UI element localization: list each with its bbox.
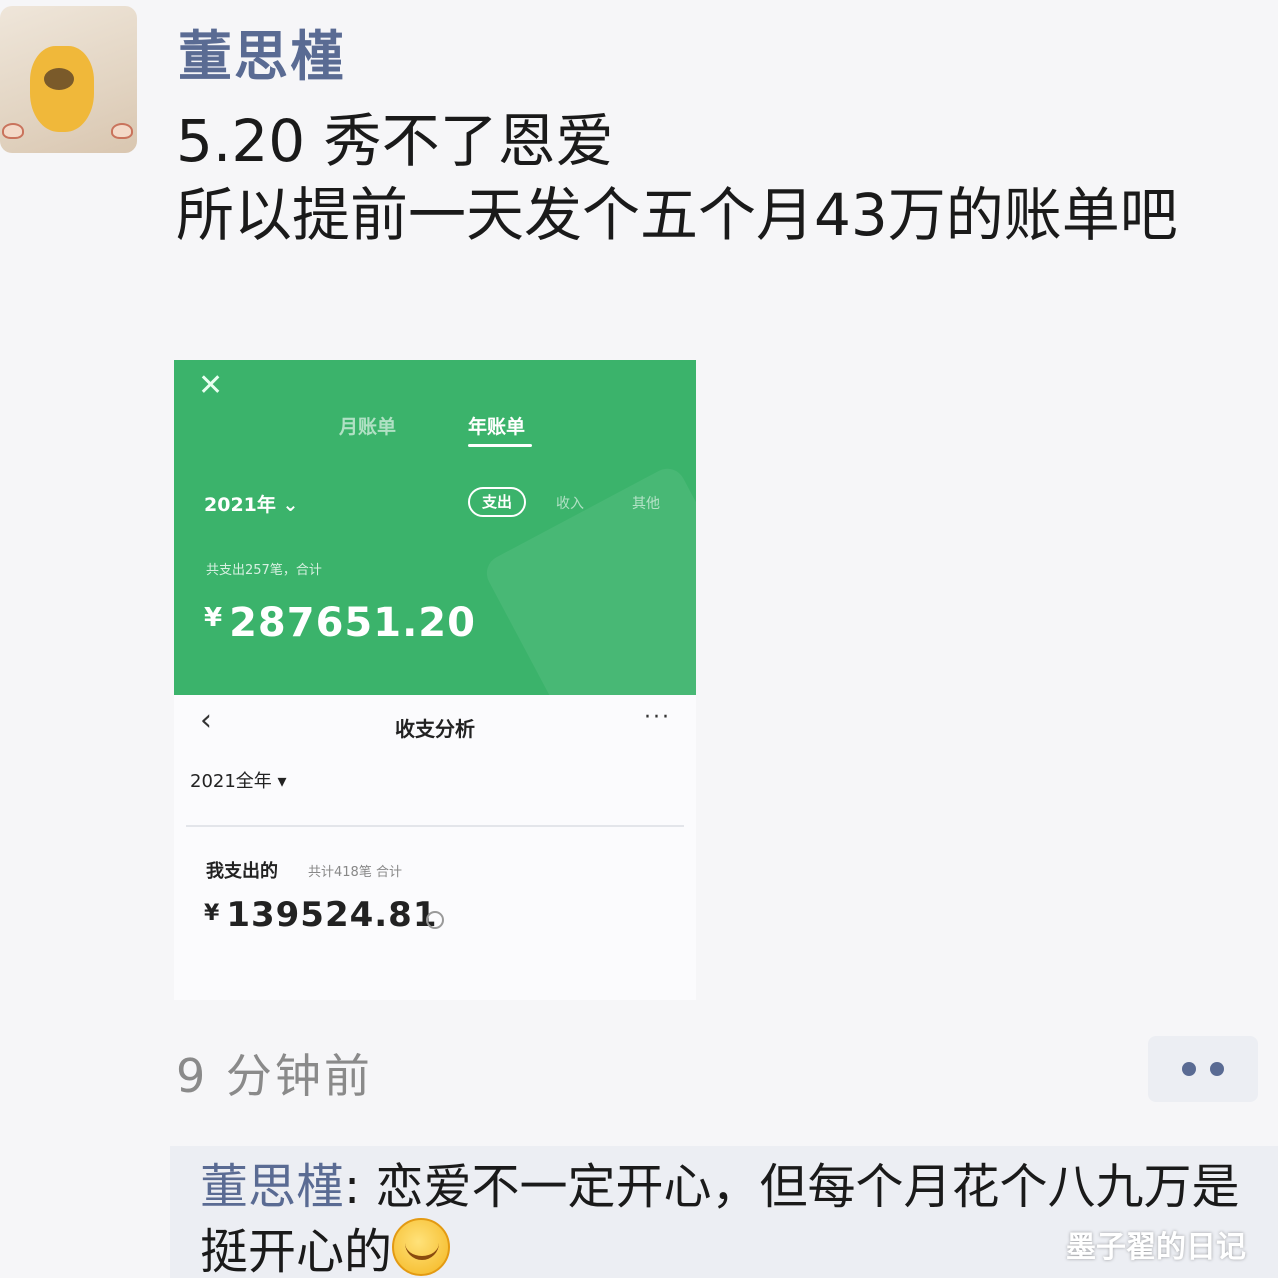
my-expense-card: 我支出的 共计418笔 合计 ¥139524.81 <box>186 825 684 995</box>
tab-underline <box>468 444 532 447</box>
post-text: 5.20 秀不了恩爱 所以提前一天发个五个月43万的账单吧 <box>176 104 1236 252</box>
dot-icon <box>1182 1062 1196 1076</box>
my-expense-label: 我支出的 <box>206 861 278 882</box>
post-line-1: 5.20 秀不了恩爱 <box>176 107 614 175</box>
more-icon: ··· <box>644 705 671 730</box>
year-selector: 2021年 ⌄ <box>204 494 299 516</box>
currency-symbol: ¥ <box>204 603 224 633</box>
analysis-title: 收支分析 <box>395 717 475 741</box>
expense-chip: 支出 <box>468 487 526 517</box>
avatar-pig-right <box>111 123 133 139</box>
dot-icon <box>1210 1062 1224 1076</box>
info-icon <box>426 911 444 929</box>
expense-count: 共计418笔 合计 <box>308 865 402 880</box>
avatar-beak <box>44 68 74 90</box>
post-image[interactable]: ✕ 月账单 年账单 2021年 ⌄ 支出 收入 其他 共支出257笔，合计 ¥2… <box>174 360 698 1000</box>
post-line-2: 所以提前一天发个五个月43万的账单吧 <box>176 181 1178 249</box>
expense-summary: 共支出257笔，合计 <box>206 563 322 578</box>
other-option: 其他 <box>632 496 660 512</box>
total-expense-amount: ¥287651.20 <box>204 600 476 646</box>
amount-value: 139524.81 <box>226 895 438 935</box>
annual-bill-card: ✕ 月账单 年账单 2021年 ⌄ 支出 收入 其他 共支出257笔，合计 ¥2… <box>174 360 696 695</box>
author-name[interactable]: 董思槿 <box>178 12 346 91</box>
tab-month-bill: 月账单 <box>339 416 397 438</box>
tab-year-bill: 年账单 <box>468 416 526 438</box>
author-avatar[interactable] <box>0 6 137 153</box>
smile-emoji-icon <box>392 1218 451 1276</box>
avatar-pig-left <box>2 123 24 139</box>
income-expense-analysis: ‹ 收支分析 ··· 2021全年 ▾ 我支出的 共计418笔 合计 ¥1395… <box>174 695 696 1000</box>
comment-author[interactable]: 董思槿 <box>200 1159 344 1215</box>
close-icon: ✕ <box>198 368 224 403</box>
post-timestamp: 9 分钟前 <box>176 1049 373 1103</box>
year-filter: 2021全年 ▾ <box>190 771 287 792</box>
income-option: 收入 <box>556 496 584 512</box>
more-actions-button[interactable] <box>1148 1036 1258 1102</box>
currency-symbol: ¥ <box>204 901 221 926</box>
my-expense-amount: ¥139524.81 <box>204 895 438 935</box>
watermark: 墨子翟的日记 <box>1066 1230 1246 1265</box>
amount-value: 287651.20 <box>229 600 476 646</box>
